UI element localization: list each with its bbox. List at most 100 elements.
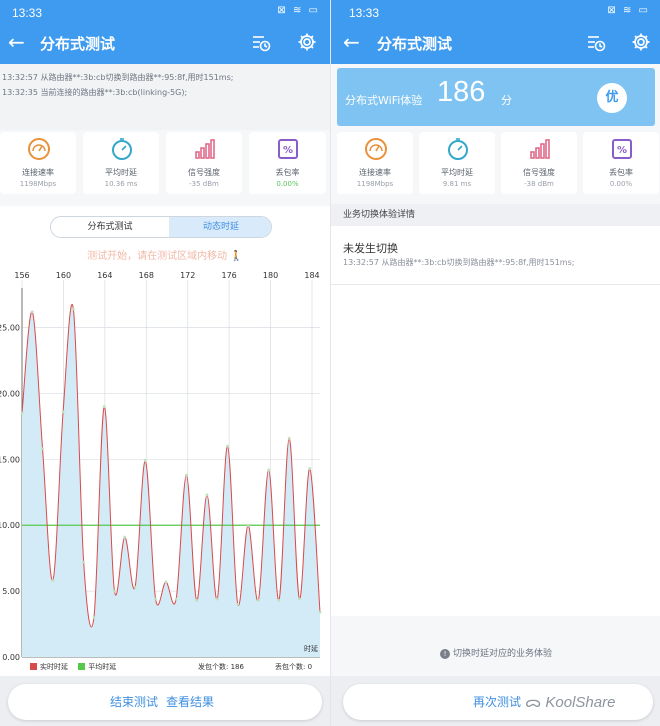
wifi-score-banner: 分布式WiFi体验 186 分 优 — [337, 68, 655, 126]
status-icons: ⊠ ≋ ▭ — [607, 5, 650, 16]
gear-icon[interactable] — [630, 31, 652, 53]
legend-swatch-average — [78, 663, 86, 670]
y-tick-label: 10.00 — [0, 521, 20, 530]
walking-person-icon: 🚶 — [230, 251, 243, 262]
realtime-point — [195, 598, 199, 602]
page-title: 分布式测试 — [40, 35, 116, 53]
realtime-point — [113, 589, 116, 593]
chart-legend: 实时时延 平均时延 — [30, 662, 116, 672]
realtime-point — [30, 310, 34, 314]
retest-button[interactable]: 再次测试 — [473, 684, 521, 720]
percent-icon: % — [278, 139, 298, 159]
realtime-point — [20, 411, 24, 415]
realtime-point — [236, 602, 240, 606]
page-title: 分布式测试 — [377, 35, 453, 53]
wifi-experience-label: 分布式WiFi体验 — [345, 94, 423, 107]
x-tick-label: 184 — [304, 271, 319, 280]
legend-average: 平均时延 — [88, 663, 117, 671]
card-packet-loss: % 丢包率 0.00% — [249, 132, 326, 194]
x-tick-label: 160 — [56, 271, 71, 280]
card-label: 平均时延 — [105, 168, 137, 177]
right-bottom-bar: 再次测试 ᯅ KoolShare — [331, 676, 660, 726]
realtime-point — [185, 473, 188, 477]
x-tick-label: 164 — [97, 271, 112, 280]
realtime-point — [267, 468, 271, 472]
realtime-point — [308, 467, 312, 470]
realtime-point — [92, 616, 96, 619]
status-time: 13:33 — [349, 6, 380, 20]
realtime-point — [318, 610, 322, 614]
event-title: 未发生切换 — [343, 242, 398, 255]
x-tick-label: 172 — [180, 271, 195, 280]
card-value: 10.36 ms — [104, 180, 138, 188]
info-text: 切换时延对应的业务体验 — [452, 649, 552, 659]
card-label: 连接速率 — [359, 168, 391, 177]
list-clock-icon[interactable] — [585, 31, 607, 53]
card-label: 信号强度 — [188, 168, 220, 177]
card-signal-strength: 信号强度 -38 dBm — [501, 132, 577, 194]
left-metric-cards: 连接速率 1198Mbps 平均时延 10.36 ms 信号强度 -35 dBm… — [0, 132, 330, 194]
detail-section-header: 业务切换体验详情 — [331, 204, 660, 226]
timer-icon — [448, 138, 468, 160]
detail-section-body: 未发生切换 13:32:57 从路由器**:3b:cb切换到路由器**:95:8… — [331, 226, 660, 616]
card-value: 9.81 ms — [442, 180, 472, 188]
realtime-point — [277, 598, 281, 602]
percent-icon: % — [612, 139, 632, 159]
log-line: 13:32:35 当前连接的路由器**:3b:cb(linking-5G); — [2, 88, 188, 97]
watermark-text: KoolShare — [545, 694, 616, 711]
card-value: 1198Mbps — [19, 180, 57, 188]
realtime-point — [61, 410, 65, 414]
realtime-point — [102, 405, 106, 409]
legend-swatch-realtime — [30, 663, 37, 670]
left-panel-distributed-test: 13:33 ⊠ ≋ ▭ ← 分布式测试 13:32:57 从路由器**:3b:c… — [0, 0, 330, 726]
mode-segmented-control: 分布式测试 动态时延 — [50, 216, 272, 238]
end-test-button[interactable]: 结束测试 — [110, 684, 158, 720]
back-arrow-icon[interactable]: ← — [343, 32, 360, 52]
latency-chart-area: 分布式测试 动态时延 测试开始，请在测试区域内移动 🚶 156 160 164 168… — [0, 206, 330, 676]
realtime-point — [154, 597, 157, 601]
card-value: -35 dBm — [189, 180, 219, 188]
card-value: -38 dBm — [524, 180, 554, 188]
realtime-point — [287, 436, 291, 440]
grade-badge: 优 — [597, 83, 627, 113]
card-signal-strength: 信号强度 -35 dBm — [166, 132, 242, 194]
realtime-point — [226, 444, 229, 448]
realtime-point — [246, 523, 250, 527]
realtime-point — [256, 598, 260, 602]
right-header: 13:33 ⊠ ≋ ▭ ← 分布式测试 — [331, 0, 660, 64]
right-metric-cards: 连接速率 1198Mbps 平均时延 9.81 ms 信号强度 -38 dBm … — [331, 132, 660, 194]
right-panel-result: 13:33 ⊠ ≋ ▭ ← 分布式测试 分布式WiFi体验 186 分 优 连接… — [330, 0, 660, 726]
view-result-button[interactable]: 查看结果 — [166, 684, 214, 720]
realtime-point — [298, 597, 301, 601]
y-tick-label: 5.00 — [2, 587, 20, 596]
tab-distributed-test[interactable]: 分布式测试 — [51, 217, 169, 237]
card-packet-loss: % 丢包率 0.00% — [583, 132, 659, 194]
back-arrow-icon[interactable]: ← — [8, 32, 25, 52]
watermark: ᯅ KoolShare — [525, 692, 615, 712]
x-ticks: 156 160 164 168 172 176 180 184 — [14, 271, 319, 280]
card-label: 丢包率 — [609, 168, 633, 177]
card-link-rate: 连接速率 1198Mbps — [337, 132, 413, 194]
event-detail: 13:32:57 从路由器**:3b:cb切换到路由器**:95:8f,用时15… — [343, 258, 575, 267]
realtime-point — [51, 579, 55, 582]
gauge-icon — [28, 138, 50, 160]
y-tick-label: 25.00 — [0, 324, 20, 333]
x-tick-label: 156 — [14, 271, 29, 280]
x-tick-label: 180 — [263, 271, 278, 280]
wifi-score: 186 — [437, 76, 486, 108]
left-header: 13:33 ⊠ ≋ ▭ ← 分布式测试 — [0, 0, 330, 64]
card-label: 平均时延 — [441, 168, 473, 177]
gear-icon[interactable] — [296, 31, 318, 53]
y-tick-label: 15.00 — [0, 455, 20, 464]
status-time: 13:33 — [12, 6, 43, 20]
svg-text:%: % — [617, 145, 627, 156]
tab-dynamic-latency[interactable]: 动态时延 — [169, 217, 271, 237]
card-label: 信号强度 — [523, 168, 555, 177]
info-note: ! 切换时延对应的业务体验 — [331, 646, 660, 659]
info-icon: ! — [439, 649, 450, 659]
card-avg-latency: 平均时延 9.81 ms — [419, 132, 495, 194]
svg-text:%: % — [283, 145, 293, 156]
realtime-point — [133, 585, 137, 589]
list-clock-icon[interactable] — [250, 31, 272, 53]
test-hint: 测试开始，请在测试区域内移动 🚶 — [0, 247, 330, 262]
